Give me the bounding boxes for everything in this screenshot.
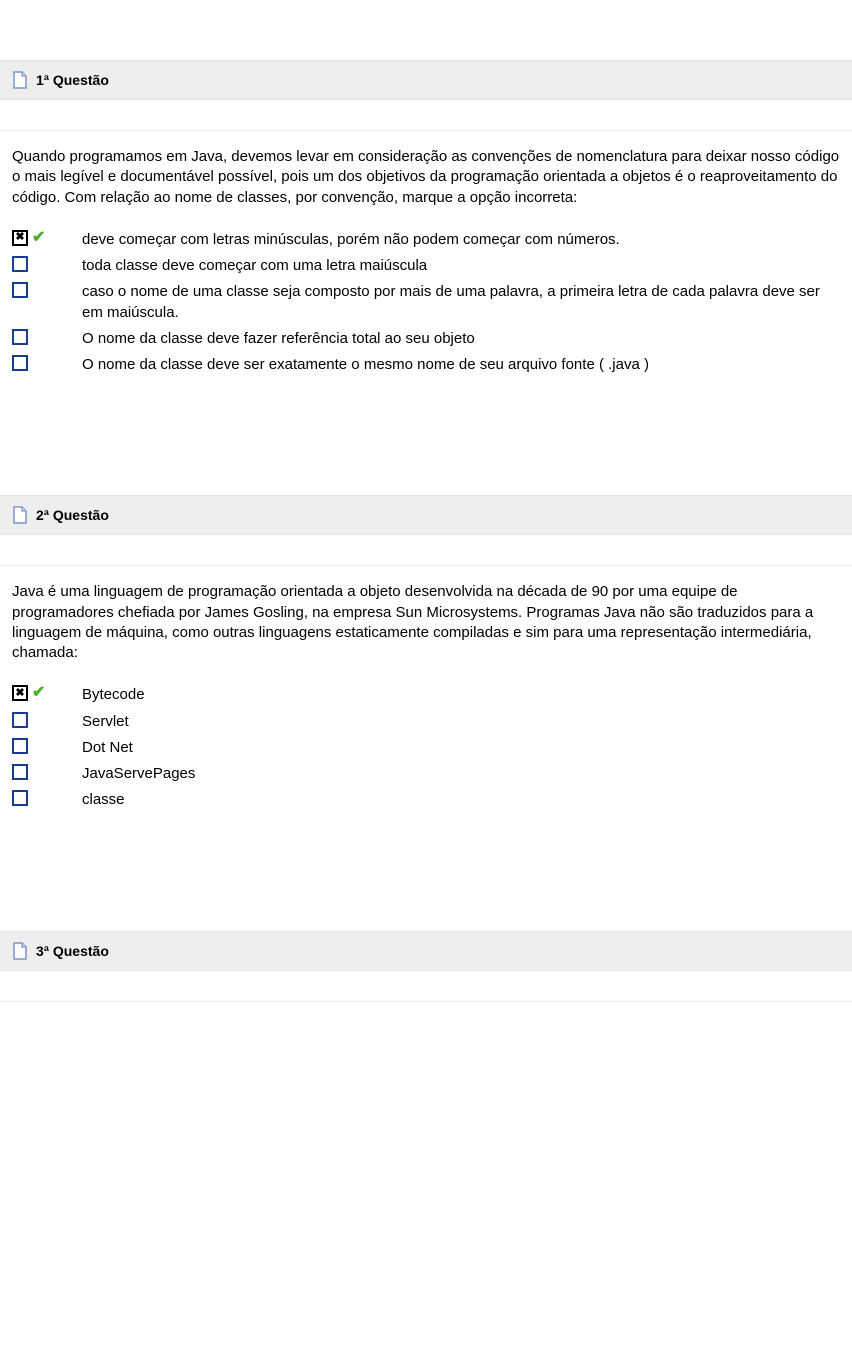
option-marker-cell [12,738,82,754]
question-title: 3ª Questão [36,943,109,959]
option-row: ✔ deve começar com letras minúsculas, por… [12,230,840,250]
question-block: 2ª Questão Java é uma linguagem de progra… [0,495,852,810]
correct-check-icon: ✔ [32,685,45,701]
divider [0,130,852,131]
question-block: 1ª Questão Quando programamos em Java, de… [0,60,852,375]
option-checkbox[interactable] [12,355,28,371]
option-row: O nome da classe deve ser exatamente o m… [12,355,840,375]
option-checkbox[interactable] [12,256,28,272]
option-row: Dot Net [12,738,840,758]
option-marker-cell [12,282,82,298]
divider [0,565,852,566]
correct-check-icon: ✔ [32,230,45,246]
option-checkbox[interactable] [12,282,28,298]
question-header: 3ª Questão [0,931,852,971]
document-icon [12,71,28,89]
question-prompt: Java é uma linguagem de programação orie… [0,582,852,663]
option-text: JavaServePages [82,764,195,784]
option-marker-cell [12,764,82,780]
option-text: deve começar com letras minúsculas, poré… [82,230,620,250]
question-block: 3ª Questão [0,931,852,1002]
option-checkbox[interactable] [12,685,28,701]
option-checkbox[interactable] [12,764,28,780]
option-text: Bytecode [82,685,145,705]
option-row: classe [12,790,840,810]
option-marker-cell [12,790,82,806]
option-marker-cell [12,256,82,272]
question-header: 1ª Questão [0,60,852,100]
option-row: toda classe deve começar com uma letra m… [12,256,840,276]
option-text: O nome da classe deve ser exatamente o m… [82,355,649,375]
option-text: O nome da classe deve fazer referência t… [82,329,475,349]
option-marker-cell: ✔ [12,685,82,701]
document-icon [12,506,28,524]
option-text: Dot Net [82,738,133,758]
document-icon [12,942,28,960]
question-prompt: Quando programamos em Java, devemos leva… [0,147,852,208]
option-row: ✔ Bytecode [12,685,840,705]
option-row: Servlet [12,712,840,732]
option-text: toda classe deve começar com uma letra m… [82,256,427,276]
option-row: JavaServePages [12,764,840,784]
option-marker-cell [12,329,82,345]
option-marker-cell [12,355,82,371]
option-checkbox[interactable] [12,329,28,345]
option-row: caso o nome de uma classe seja composto … [12,282,840,323]
option-row: O nome da classe deve fazer referência t… [12,329,840,349]
option-text: classe [82,790,125,810]
question-header: 2ª Questão [0,495,852,535]
option-checkbox[interactable] [12,230,28,246]
option-checkbox[interactable] [12,790,28,806]
question-title: 1ª Questão [36,72,109,88]
option-marker-cell [12,712,82,728]
question-title: 2ª Questão [36,507,109,523]
options-list: ✔ deve começar com letras minúsculas, por… [0,230,852,376]
options-list: ✔ Bytecode Servlet Dot Net JavaServePages cla… [0,685,852,810]
divider [0,1001,852,1002]
option-checkbox[interactable] [12,738,28,754]
option-text: caso o nome de uma classe seja composto … [82,282,840,323]
option-checkbox[interactable] [12,712,28,728]
option-text: Servlet [82,712,129,732]
option-marker-cell: ✔ [12,230,82,246]
